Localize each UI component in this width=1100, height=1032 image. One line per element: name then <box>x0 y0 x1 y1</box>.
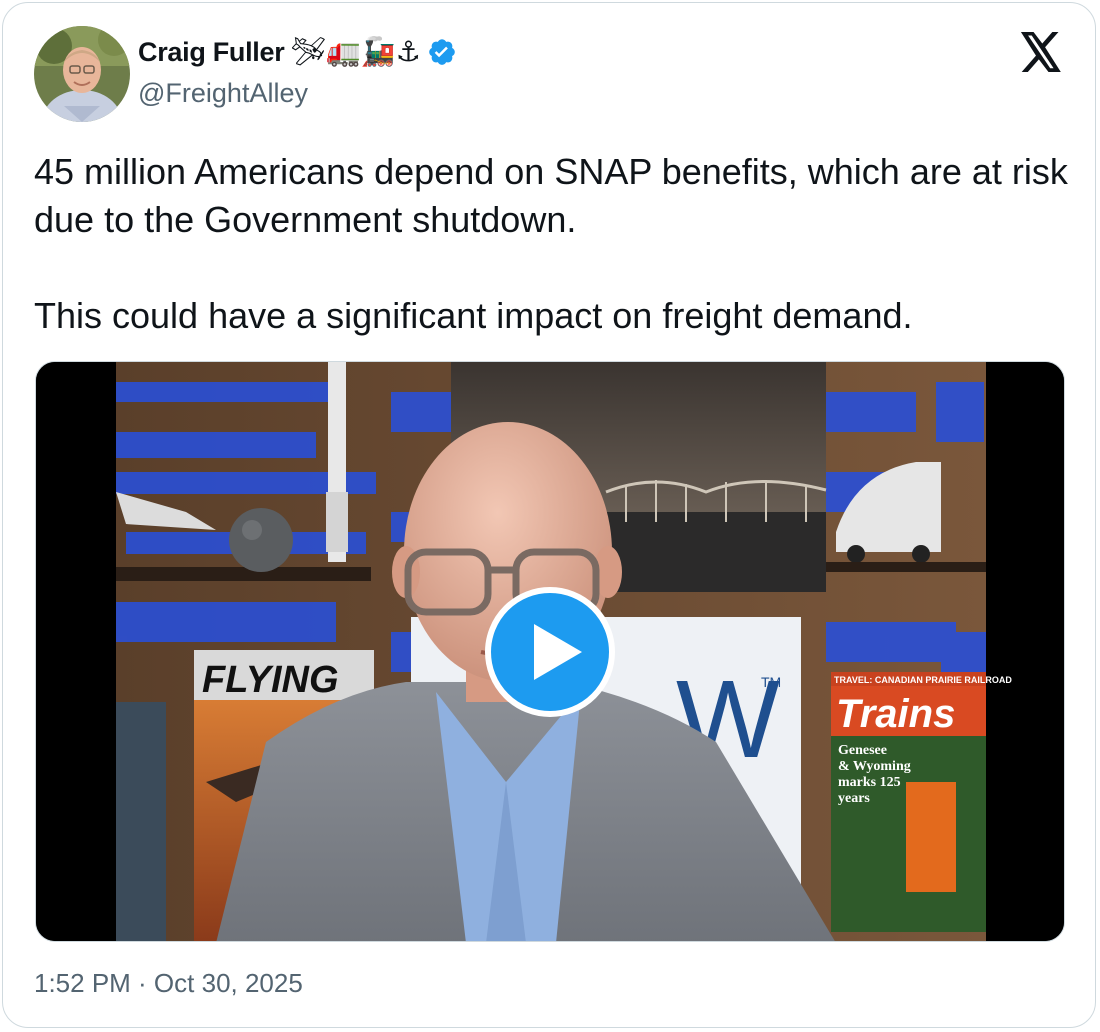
magazine-flying-title: FLYING <box>202 659 339 701</box>
avatar-image <box>34 26 130 122</box>
sign-tm: TM <box>761 674 781 690</box>
trains-sub-3: marks 125 <box>838 775 901 790</box>
play-icon[interactable] <box>484 586 616 718</box>
verified-badge-icon[interactable] <box>427 37 457 67</box>
trains-sub-1: Genesee <box>838 743 887 758</box>
trains-sub-4: years <box>838 791 870 806</box>
tweet-timestamp[interactable]: 1:52 PM · Oct 30, 2025 <box>34 968 303 999</box>
x-logo-icon[interactable] <box>1019 32 1063 72</box>
trains-topline: TRAVEL: CANADIAN PRAIRIE RAILROAD <box>834 675 1012 685</box>
tweet-line-2: This could have a significant impact on … <box>34 295 913 336</box>
author-row: Craig Fuller 🛩🚛🚂⚓ <box>138 32 457 72</box>
avatar[interactable] <box>34 26 130 122</box>
tweet-line-1: 45 million Americans depend on SNAP bene… <box>34 151 1068 240</box>
tweet-text: 45 million Americans depend on SNAP bene… <box>34 148 1074 340</box>
author-handle[interactable]: @FreightAlley <box>138 78 308 109</box>
author-emoji: 🛩🚛🚂⚓ <box>290 35 421 68</box>
author-display-name[interactable]: Craig Fuller <box>138 37 285 68</box>
trains-title: Trains <box>836 692 955 736</box>
trains-sub-2: & Wyoming <box>838 759 911 774</box>
